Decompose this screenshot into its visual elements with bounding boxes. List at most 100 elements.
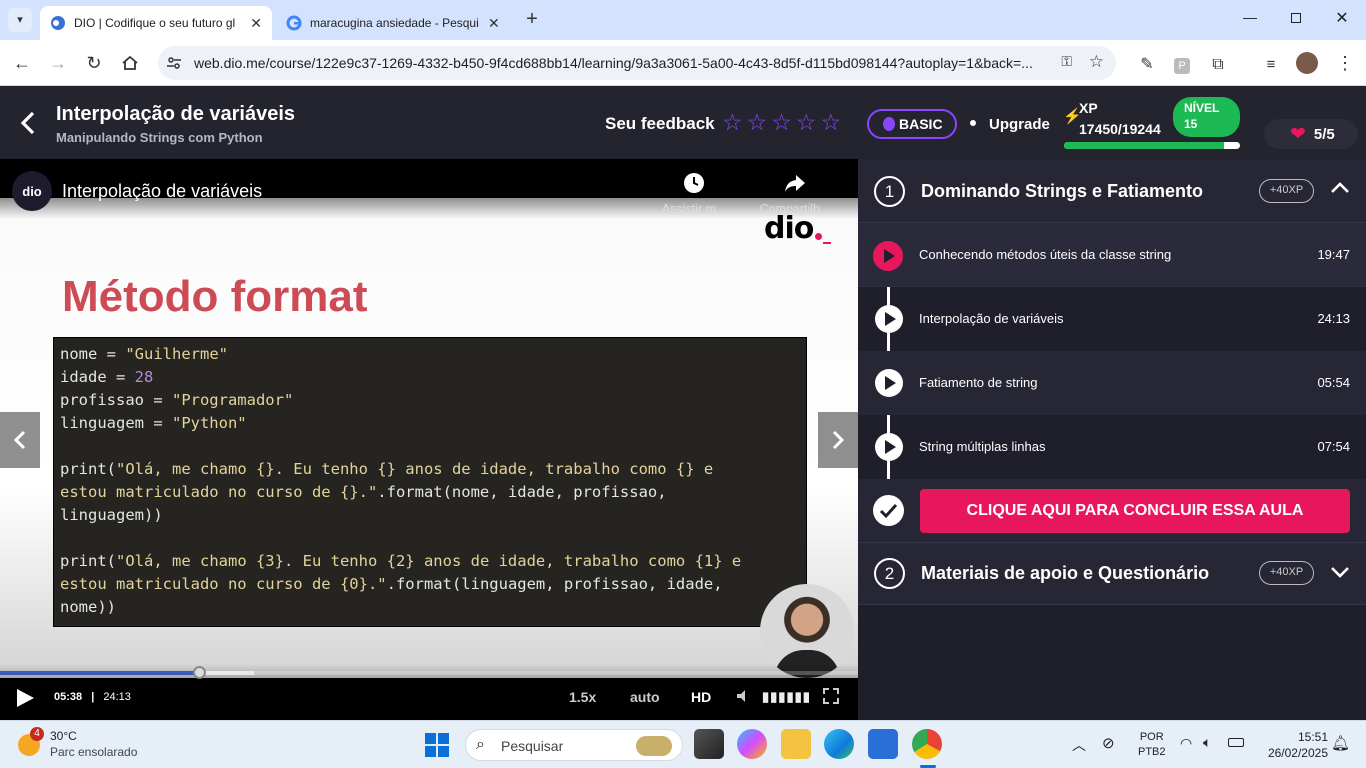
bookmark-star-icon[interactable]: ☆ xyxy=(1089,52,1104,72)
code-token: profissao = xyxy=(60,391,172,409)
browser-menu-button[interactable]: ⋮ xyxy=(1333,51,1357,75)
star-icon[interactable]: ☆ xyxy=(747,109,768,137)
collapse-button[interactable] xyxy=(1330,181,1350,201)
lesson-item[interactable]: String múltiplas linhas 07:54 xyxy=(858,415,1366,479)
forward-button[interactable]: → xyxy=(46,51,70,75)
play-button[interactable] xyxy=(14,687,38,709)
chevron-right-icon xyxy=(832,430,845,450)
upgrade-link[interactable]: Upgrade xyxy=(989,116,1050,133)
site-info-icon[interactable] xyxy=(166,55,182,71)
task-view-icon[interactable] xyxy=(694,729,724,759)
back-to-course-button[interactable] xyxy=(16,109,40,137)
weather-widget[interactable]: 4 30°C Parc ensolarado xyxy=(16,727,176,763)
close-tab-icon[interactable]: ✕ xyxy=(488,15,500,32)
code-token: 28 xyxy=(134,368,154,386)
profile-avatar[interactable] xyxy=(1295,51,1319,75)
taskbar-search[interactable]: ⌕ Pesquisar xyxy=(465,729,683,761)
edge-icon[interactable] xyxy=(824,729,854,759)
section-header-2[interactable]: 2 Materiais de apoio e Questionário +40X… xyxy=(858,543,1366,605)
restore-button[interactable] xyxy=(1286,10,1306,30)
notification-bell-icon[interactable]: 🔔︎ xyxy=(1331,734,1350,752)
address-bar[interactable]: web.dio.me/course/122e9c37-1269-4332-b45… xyxy=(158,46,1116,80)
quality-button[interactable]: auto xyxy=(630,689,660,705)
chevron-up-icon[interactable]: ︿ xyxy=(1072,735,1086,755)
clock-icon xyxy=(684,173,704,193)
home-button[interactable] xyxy=(118,51,142,75)
section-header-1[interactable]: 1 Dominando Strings e Fatiamento +40XP xyxy=(858,159,1366,223)
duration: 24:13 xyxy=(103,691,131,703)
reload-button[interactable]: ↻ xyxy=(82,51,106,75)
back-button[interactable]: ← xyxy=(10,51,34,75)
channel-avatar[interactable]: dio xyxy=(12,171,52,211)
share-arrow-icon xyxy=(785,175,805,192)
lesson-play-button[interactable] xyxy=(875,433,903,461)
volume-icon xyxy=(737,690,745,702)
time-separator: | xyxy=(91,691,95,703)
clock[interactable]: 15:51 26/02/2025 xyxy=(1256,729,1328,761)
browser-tab-dio[interactable]: DIO | Codifique o seu futuro gl ✕ xyxy=(40,6,272,40)
lesson-play-button[interactable] xyxy=(875,305,903,333)
browser-tab-google[interactable]: maracugina ansiedade - Pesqui ✕ xyxy=(276,6,516,40)
extension-p-button[interactable]: P xyxy=(1170,51,1194,75)
copilot-icon[interactable] xyxy=(737,729,767,759)
star-icon[interactable]: ☆ xyxy=(722,109,743,137)
lesson-item[interactable]: Interpolação de variáveis 24:13 xyxy=(858,287,1366,351)
browser-tab-bar: ▾ DIO | Codifique o seu futuro gl ✕ mara… xyxy=(0,0,1366,40)
complete-lesson-button[interactable]: CLIQUE AQUI PARA CONCLUIR ESSA AULA xyxy=(920,489,1350,533)
start-button[interactable] xyxy=(425,733,449,757)
extensions-button[interactable]: ⧉ xyxy=(1206,51,1230,75)
expand-button[interactable] xyxy=(1330,565,1350,585)
new-tab-button[interactable]: + xyxy=(520,8,544,32)
network-off-icon[interactable]: ⊘ xyxy=(1102,734,1115,752)
code-token: .format(nome, idade, profissao, xyxy=(377,483,667,501)
battery-icon[interactable] xyxy=(1228,738,1244,747)
share-button[interactable]: Compartilh... xyxy=(752,171,838,216)
language-indicator[interactable]: POR PTB2 xyxy=(1138,730,1166,760)
watch-later-button[interactable]: Assistir m... xyxy=(652,171,736,216)
level-value: 15 xyxy=(1184,117,1198,131)
hd-button[interactable]: HD xyxy=(691,689,711,705)
close-tab-icon[interactable]: ✕ xyxy=(250,15,262,32)
star-icon[interactable]: ☆ xyxy=(771,109,792,137)
tab-search-dropdown[interactable]: ▾ xyxy=(8,8,32,32)
windows-logo-icon xyxy=(438,746,449,757)
media-queue-icon: ≡ xyxy=(1266,56,1276,73)
eyedropper-extension-button[interactable]: ✎ xyxy=(1135,51,1159,75)
lesson-item[interactable]: Conhecendo métodos úteis da classe strin… xyxy=(858,223,1366,287)
xp-progress-bar xyxy=(1064,142,1240,149)
speed-button[interactable]: 1.5x xyxy=(569,689,596,705)
fullscreen-button[interactable] xyxy=(822,687,842,707)
lesson-play-button[interactable] xyxy=(875,369,903,397)
seek-handle[interactable] xyxy=(192,666,206,679)
volume-icon[interactable]: 🔈︎ xyxy=(1203,734,1211,751)
password-key-icon[interactable]: ⚿ xyxy=(1061,53,1072,70)
video-player[interactable]: dio Método format nome = "Guilherme" idad… xyxy=(0,159,858,720)
section-number-badge: 1 xyxy=(874,176,905,207)
lesson-duration: 19:47 xyxy=(1317,247,1350,262)
store-icon[interactable] xyxy=(868,729,898,759)
code-block: nome = "Guilherme" idade = 28 profissao = … xyxy=(53,337,807,627)
windows-logo-icon xyxy=(438,733,449,744)
seek-bar[interactable] xyxy=(0,666,858,679)
video-title[interactable]: Interpolação de variáveis xyxy=(62,181,262,202)
lesson-play-button[interactable] xyxy=(873,241,903,271)
youtube-watermark[interactable]: ▮▮▮▮▮▮ xyxy=(762,689,811,705)
next-lesson-button[interactable] xyxy=(818,412,858,468)
media-control-button[interactable]: ≡ xyxy=(1259,51,1283,75)
star-icon[interactable]: ☆ xyxy=(796,109,817,137)
chrome-icon[interactable] xyxy=(912,729,942,759)
lesson-item[interactable]: Fatiamento de string 05:54 xyxy=(858,351,1366,415)
star-icon[interactable]: ☆ xyxy=(821,109,842,137)
code-line: estou matriculado no curso de {}.".forma… xyxy=(60,481,800,504)
volume-button[interactable] xyxy=(735,687,755,707)
plan-badge[interactable]: BASIC xyxy=(867,109,957,139)
search-highlight-icon xyxy=(636,736,672,756)
code-token: "Python" xyxy=(171,414,247,432)
file-explorer-icon[interactable] xyxy=(781,729,811,759)
minimize-button[interactable]: — xyxy=(1240,9,1260,29)
previous-lesson-button[interactable] xyxy=(0,412,40,468)
close-window-button[interactable]: ✕ xyxy=(1332,8,1352,28)
wifi-icon[interactable]: ◠ xyxy=(1180,735,1192,752)
